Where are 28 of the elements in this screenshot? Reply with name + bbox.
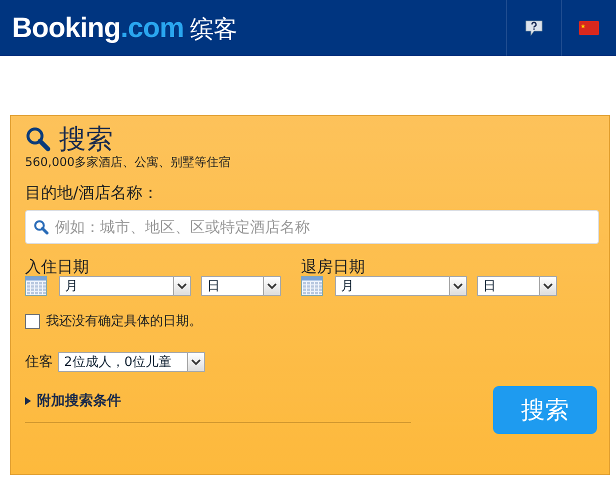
checkbox-label: 我还没有确定具体的日期。 xyxy=(46,313,202,330)
day-select[interactable]: 日 xyxy=(477,276,557,296)
help-icon[interactable] xyxy=(525,20,543,36)
calendar-icon[interactable] xyxy=(301,276,323,296)
caret-icon xyxy=(191,358,201,366)
flag-icon[interactable] xyxy=(579,21,599,35)
caret-icon xyxy=(177,282,187,290)
caret-icon xyxy=(453,282,463,290)
date-label: 入住日期 xyxy=(25,258,90,276)
month-select[interactable]: 月 xyxy=(335,276,467,296)
day-select[interactable]: 日 xyxy=(201,276,281,296)
date-label: 退房日期 xyxy=(301,258,366,276)
caret-icon xyxy=(543,282,553,290)
guests-label: 住客 xyxy=(25,353,53,371)
search-icon xyxy=(33,219,49,235)
guests-select[interactable]: 2位成人，0位儿童 xyxy=(58,352,205,372)
calendar-icon[interactable] xyxy=(25,276,47,296)
triangle-icon xyxy=(25,397,31,405)
destination-field[interactable]: 例如：城市、地区、区或特定酒店名称 xyxy=(25,210,599,244)
search-title: 搜索 xyxy=(59,123,113,156)
more-options-link[interactable]: 附加搜索条件 xyxy=(25,384,411,418)
checkbox[interactable] xyxy=(25,314,40,328)
month-select[interactable]: 月 xyxy=(59,276,191,296)
logo[interactable]: Booking.com 缤客 xyxy=(12,12,237,44)
destination-label: 目的地/酒店名称： xyxy=(25,183,160,204)
caret-icon xyxy=(267,282,277,290)
subtitle: 560,000多家酒店、公寓、别墅等住宿 xyxy=(25,154,232,171)
search-icon xyxy=(25,126,51,152)
